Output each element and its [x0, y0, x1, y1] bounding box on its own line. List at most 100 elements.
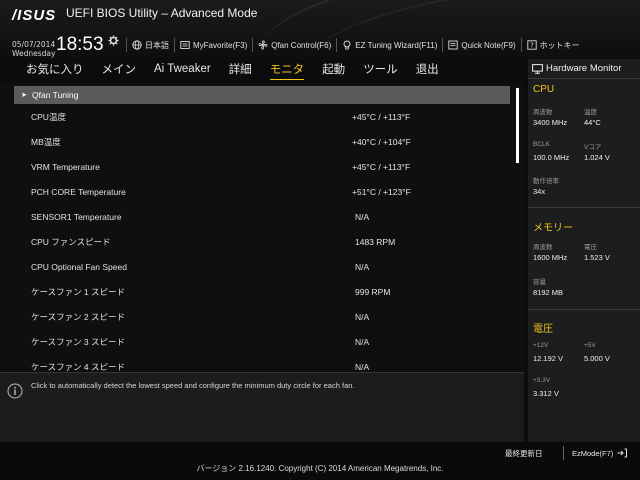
tab-tool[interactable]: ツール	[363, 61, 398, 79]
cpu-temp-label: 温度	[584, 109, 597, 116]
v33-label: +3.3V	[533, 377, 551, 384]
info-icon	[7, 383, 23, 399]
lightbulb-icon	[343, 40, 351, 50]
table-row: ケースファン 2 スピード N/A	[14, 308, 510, 326]
myfavorite-button[interactable]: MyFavorite(F3)	[174, 38, 252, 52]
mem-cap-label: 容量	[533, 279, 546, 286]
v33-value: 3.312 V	[533, 389, 559, 398]
exit-arrow-icon	[617, 448, 628, 458]
row-value: N/A	[355, 212, 370, 222]
tab-main[interactable]: メイン	[102, 61, 137, 79]
row-label: CPU ファンスピード	[31, 237, 111, 247]
table-row: CPU Optional Fan Speed N/A	[14, 258, 510, 276]
note-icon	[448, 40, 459, 50]
table-row: SENSOR1 Temperature N/A	[14, 208, 510, 226]
row-value: +45°C / +113°F	[352, 162, 411, 172]
tab-ai-tweaker[interactable]: Ai Tweaker	[154, 63, 211, 77]
language-label: 日本語	[145, 40, 169, 50]
quick-note-label: Quick Note(F9)	[461, 40, 516, 50]
tab-exit[interactable]: 退出	[416, 61, 439, 79]
quick-note-button[interactable]: Quick Note(F9)	[442, 38, 520, 52]
footer-bar	[0, 442, 640, 480]
v12-label: +12V	[533, 342, 549, 349]
v12-value: 12.192 V	[533, 354, 564, 363]
row-label: ケースファン 2 スピード	[31, 312, 126, 322]
favorite-icon	[180, 41, 190, 49]
settings-list: ➤ Qfan Tuning CPU温度 +45°C / +113°F MB温度 …	[0, 83, 524, 371]
cpu-freq-label: 周波数	[533, 109, 553, 116]
divider	[528, 207, 640, 208]
ratio-value: 34x	[533, 187, 546, 196]
app-title: UEFI BIOS Utility – Advanced Mode	[66, 6, 258, 20]
mem-volt-label: 電圧	[584, 244, 597, 251]
row-label: ケースファン 4 スピード	[31, 362, 126, 371]
row-value: +51°C / +123°F	[352, 187, 411, 197]
table-row: CPU ファンスピード 1483 RPM	[14, 233, 510, 251]
ratio-label: 動作倍率	[533, 178, 559, 185]
cpu-freq-value: 3400 MHz	[533, 118, 568, 127]
row-label: PCH CORE Temperature	[31, 187, 126, 197]
row-label: ケースファン 1 スピード	[31, 287, 126, 297]
tab-advanced[interactable]: 詳細	[229, 61, 252, 79]
mem-freq-label: 周波数	[533, 244, 553, 251]
gear-icon[interactable]	[108, 35, 119, 46]
ezmode-label: EzMode(F7)	[572, 448, 614, 458]
tab-monitor[interactable]: モニタ	[269, 61, 305, 80]
cpu-heading: CPU	[533, 84, 555, 95]
scrollbar[interactable]	[516, 88, 519, 163]
row-label: CPU Optional Fan Speed	[31, 262, 127, 272]
help-icon: ?	[526, 40, 537, 50]
v5-value: 5.000 V	[584, 354, 610, 363]
globe-icon	[132, 40, 142, 50]
ez-tuning-wizard-button[interactable]: EZ Tuning Wizard(F11)	[336, 38, 442, 52]
hotkeys-button[interactable]: ? ホットキー	[520, 38, 585, 52]
table-row: PCH CORE Temperature +51°C / +123°F	[14, 183, 510, 201]
divider	[528, 309, 640, 310]
hardware-monitor-title: Hardware Monitor	[532, 63, 622, 74]
vcore-label: Vコア	[584, 144, 602, 151]
hardware-monitor-label: Hardware Monitor	[546, 63, 622, 74]
row-value: 999 RPM	[355, 287, 391, 297]
table-row: ケースファン 3 スピード N/A	[14, 333, 510, 351]
row-value: N/A	[355, 262, 370, 272]
v5-label: +5V	[584, 342, 596, 349]
header-bar: /ISUS UEFI BIOS Utility – Advanced Mode …	[0, 0, 640, 58]
last-modified-button[interactable]: 最終更新日	[505, 448, 543, 459]
qfan-control-button[interactable]: Qfan Control(F6)	[252, 38, 336, 52]
row-value: +45°C / +113°F	[352, 112, 411, 122]
tab-favorites[interactable]: お気に入り	[26, 61, 84, 79]
qfan-tuning-item[interactable]: ➤ Qfan Tuning	[14, 86, 510, 104]
row-label: CPU温度	[31, 112, 66, 122]
main-menu: お気に入り メイン Ai Tweaker 詳細 モニタ 起動 ツール 退出	[0, 60, 528, 80]
myfavorite-label: MyFavorite(F3)	[193, 40, 248, 50]
mem-freq-value: 1600 MHz	[533, 253, 568, 262]
weekday-text: Wednesday	[12, 49, 56, 58]
qfan-control-label: Qfan Control(F6)	[271, 40, 332, 50]
row-value: N/A	[355, 362, 370, 371]
row-label: VRM Temperature	[31, 162, 100, 172]
row-label: MB温度	[31, 137, 61, 147]
row-value: 1483 RPM	[355, 237, 396, 247]
svg-text:?: ?	[530, 42, 534, 50]
table-row: VRM Temperature +45°C / +113°F	[14, 158, 510, 176]
copyright-text: バージョン 2.16.1240. Copyright (C) 2014 Amer…	[196, 464, 444, 473]
toolbar: 日本語 MyFavorite(F3) Qfan Control(F6) EZ T…	[126, 37, 585, 53]
monitor-icon	[532, 63, 543, 74]
row-value: N/A	[355, 312, 370, 322]
tab-boot[interactable]: 起動	[322, 61, 345, 79]
mem-cap-value: 8192 MB	[533, 288, 564, 297]
cpu-temp-value: 44°C	[584, 118, 601, 127]
voltage-heading: 電圧	[533, 324, 553, 335]
asus-logo: /ISUS	[12, 7, 57, 24]
ezmode-button[interactable]: EzMode(F7)	[563, 446, 628, 460]
row-label: Qfan Tuning	[32, 90, 79, 100]
mem-volt-value: 1.523 V	[584, 253, 610, 262]
table-row: ケースファン 1 スピード 999 RPM	[14, 283, 510, 301]
table-row: ケースファン 4 スピード N/A	[14, 358, 510, 371]
row-label: SENSOR1 Temperature	[31, 212, 122, 222]
clock: 18:53	[56, 34, 104, 55]
table-row: MB温度 +40°C / +104°F	[14, 133, 510, 151]
language-button[interactable]: 日本語	[126, 38, 174, 52]
chevron-right-icon: ➤	[21, 92, 27, 99]
date-text: 05/07/2014	[12, 40, 56, 49]
